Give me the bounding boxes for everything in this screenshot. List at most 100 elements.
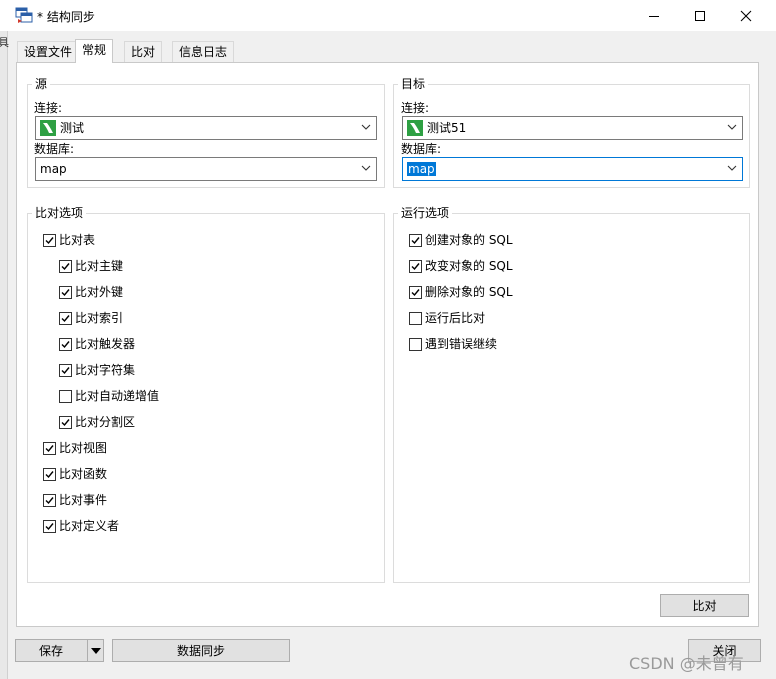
target-connection-label: 连接: [401, 101, 430, 115]
dropdown-arrow-icon [90, 647, 101, 654]
target-database-value: map [407, 162, 436, 176]
checkbox-label: 改变对象的 SQL [425, 259, 513, 273]
target-database-label: 数据库: [401, 142, 442, 156]
source-group: 源 连接: 测试 数据库: map [27, 77, 385, 188]
source-database-select[interactable]: map [35, 157, 377, 181]
checkbox-compare-2[interactable]: 比对外键 [59, 284, 123, 300]
title-bar: * 结构同步 [0, 0, 776, 31]
checkbox-checked-icon[interactable] [59, 363, 72, 377]
checkbox-compare-7[interactable]: 比对分割区 [59, 414, 135, 430]
checkbox-checked-icon[interactable] [59, 415, 72, 429]
checkbox-run-4[interactable]: 遇到错误继续 [409, 336, 497, 352]
checkbox-checked-icon[interactable] [43, 233, 56, 247]
chevron-down-icon [361, 124, 371, 130]
target-group: 目标 连接: 测试51 数据库: map [393, 77, 750, 188]
checkbox-compare-5[interactable]: 比对字符集 [59, 362, 135, 378]
checkbox-unchecked-icon[interactable] [409, 337, 422, 351]
source-database-label: 数据库: [34, 142, 75, 156]
checkbox-label: 创建对象的 SQL [425, 233, 513, 247]
checkbox-label: 比对表 [59, 233, 96, 247]
source-connection-label: 连接: [34, 101, 63, 115]
checkbox-label: 比对自动递增值 [75, 389, 160, 403]
checkbox-compare-6[interactable]: 比对自动递增值 [59, 388, 159, 404]
source-database-value: map [40, 162, 67, 176]
checkbox-label: 比对字符集 [75, 363, 136, 377]
mysql-connection-icon [40, 120, 56, 136]
checkbox-checked-icon[interactable] [59, 285, 72, 299]
tab-message-log[interactable]: 信息日志 [172, 41, 235, 62]
general-tab-panel: 源 连接: 测试 数据库: map 目标 连接: 测试51 数据库: map 比… [16, 62, 759, 627]
checkbox-label: 比对索引 [75, 311, 124, 325]
background-window-edge: 具 [0, 31, 9, 679]
sync-window: * 结构同步 具 设置文件 常规 比对 信息日志 源 连接: 测试 数据库: m… [0, 0, 776, 679]
run-options-title: 运行选项 [398, 206, 453, 220]
checkbox-checked-icon[interactable] [59, 259, 72, 273]
checkbox-label: 比对分割区 [75, 415, 136, 429]
close-window-button[interactable] [723, 0, 769, 31]
checkbox-compare-1[interactable]: 比对主键 [59, 258, 123, 274]
close-icon [740, 10, 752, 21]
source-connection-select[interactable]: 测试 [35, 116, 377, 140]
checkbox-run-3[interactable]: 运行后比对 [409, 310, 485, 326]
tab-general[interactable]: 常规 [75, 39, 114, 63]
maximize-icon [695, 10, 705, 21]
run-options-group: 运行选项 创建对象的 SQL 改变对象的 SQL 删除对象的 SQL 运行后比对遇到错… [393, 206, 750, 583]
checkbox-label: 比对定义者 [59, 519, 120, 533]
checkbox-checked-icon[interactable] [409, 259, 422, 273]
watermark-text: CSDN @未曾有 [629, 654, 744, 673]
compare-options-title: 比对选项 [32, 206, 87, 220]
mysql-connection-icon [407, 120, 423, 136]
window-title: * 结构同步 [37, 10, 95, 24]
chevron-down-icon [361, 165, 371, 171]
target-group-title: 目标 [398, 77, 429, 91]
checkbox-run-1[interactable]: 改变对象的 SQL [409, 258, 513, 274]
checkbox-checked-icon[interactable] [59, 311, 72, 325]
checkbox-compare-3[interactable]: 比对索引 [59, 310, 123, 326]
checkbox-label: 比对事件 [59, 493, 108, 507]
checkbox-checked-icon[interactable] [43, 519, 56, 533]
checkbox-checked-icon[interactable] [59, 337, 72, 351]
checkbox-compare-8[interactable]: 比对视图 [43, 440, 107, 456]
chevron-down-icon [727, 165, 737, 171]
minimize-icon [649, 15, 659, 17]
tab-compare[interactable]: 比对 [124, 41, 163, 62]
checkbox-label: 比对触发器 [75, 337, 136, 351]
checkbox-label: 遇到错误继续 [425, 337, 498, 351]
checkbox-label: 运行后比对 [425, 311, 486, 325]
structure-sync-icon [15, 7, 33, 23]
checkbox-compare-9[interactable]: 比对函数 [43, 466, 107, 482]
source-connection-value: 测试 [60, 121, 85, 135]
checkbox-checked-icon[interactable] [409, 285, 422, 299]
checkbox-checked-icon[interactable] [43, 467, 56, 481]
checkbox-run-0[interactable]: 创建对象的 SQL [409, 232, 513, 248]
compare-button[interactable]: 比对 [660, 594, 749, 617]
checkbox-unchecked-icon[interactable] [59, 389, 72, 403]
checkbox-label: 比对视图 [59, 441, 108, 455]
checkbox-compare-0[interactable]: 比对表 [43, 232, 95, 248]
checkbox-label: 比对函数 [59, 467, 108, 481]
save-button[interactable]: 保存 [15, 639, 88, 662]
checkbox-checked-icon[interactable] [409, 233, 422, 247]
target-database-select[interactable]: map [402, 157, 743, 181]
compare-options-group: 比对选项 比对表比对主键比对外键比对索引比对触发器比对字符集比对自动递增值 比对分… [27, 206, 385, 583]
maximize-button[interactable] [677, 0, 723, 31]
checkbox-run-2[interactable]: 删除对象的 SQL [409, 284, 513, 300]
save-dropdown-button[interactable] [87, 639, 104, 662]
data-sync-button[interactable]: 数据同步 [112, 639, 290, 662]
background-text-fragment: 具 [0, 36, 9, 49]
minimize-button[interactable] [631, 0, 677, 31]
checkbox-label: 比对外键 [75, 285, 124, 299]
checkbox-label: 比对主键 [75, 259, 124, 273]
target-connection-value: 测试51 [427, 121, 467, 135]
checkbox-checked-icon[interactable] [43, 441, 56, 455]
checkbox-checked-icon[interactable] [43, 493, 56, 507]
checkbox-unchecked-icon[interactable] [409, 311, 422, 325]
chevron-down-icon [727, 124, 737, 130]
target-connection-select[interactable]: 测试51 [402, 116, 743, 140]
tab-settings-file[interactable]: 设置文件 [17, 41, 80, 62]
checkbox-compare-11[interactable]: 比对定义者 [43, 518, 119, 534]
checkbox-label: 删除对象的 SQL [425, 285, 513, 299]
source-group-title: 源 [32, 77, 51, 91]
checkbox-compare-4[interactable]: 比对触发器 [59, 336, 135, 352]
checkbox-compare-10[interactable]: 比对事件 [43, 492, 107, 508]
